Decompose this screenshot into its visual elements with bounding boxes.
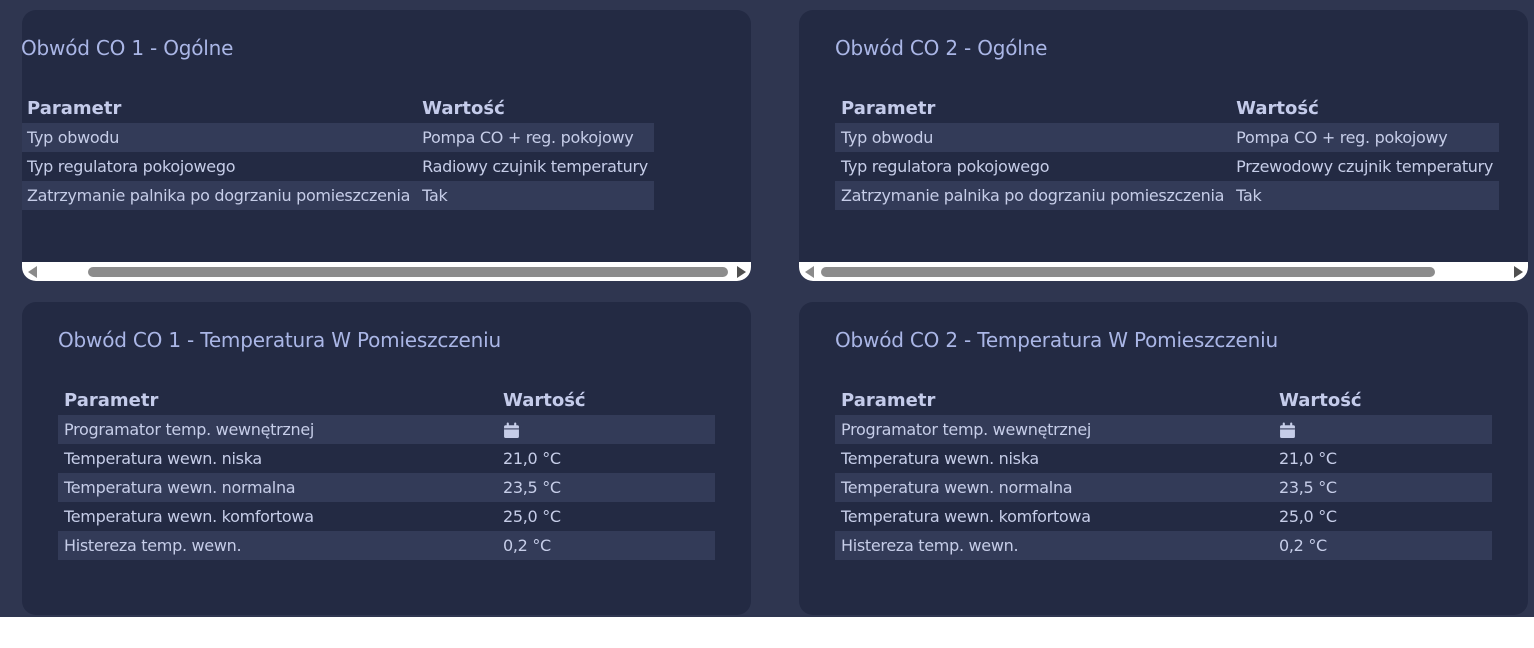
card-co2-room-temperature: Obwód CO 2 - Temperatura W Pomieszczeniu… — [799, 302, 1528, 615]
header-value: Wartość — [1236, 97, 1319, 119]
table-row: Typ regulatora pokojowego Przewodowy czu… — [835, 152, 1499, 181]
param-name: Temperatura wewn. komfortowa — [841, 507, 1091, 526]
table-row: Typ obwodu Pompa CO + reg. pokojowy — [22, 123, 654, 152]
calendar-icon[interactable] — [503, 422, 520, 439]
param-name: Typ regulatora pokojowego — [841, 157, 1050, 176]
header-param: Parametr — [27, 97, 122, 119]
table-row: Temperatura wewn. normalna 23,5 °C — [58, 473, 715, 502]
params-table: Parametr Wartość Typ obwodu Pompa CO + r… — [835, 93, 1500, 210]
param-name: Typ obwodu — [22, 123, 417, 152]
table-row: Temperatura wewn. normalna 23,5 °C — [835, 473, 1492, 502]
card-title: Obwód CO 2 - Ogólne — [835, 36, 1048, 60]
param-name: Zatrzymanie palnika po dogrzaniu pomiesz… — [22, 181, 417, 210]
scroll-left-arrow-icon[interactable] — [805, 266, 814, 278]
table-header-row: Parametr Wartość — [835, 93, 1499, 123]
header-param: Parametr — [64, 389, 159, 411]
param-value: 23,5 °C — [1273, 473, 1492, 502]
param-value: Tak — [1230, 181, 1500, 210]
param-name: Temperatura wewn. normalna — [835, 473, 1273, 502]
card-title: Obwód CO 1 - Temperatura W Pomieszczeniu — [58, 328, 501, 352]
param-name: Histereza temp. wewn. — [835, 531, 1273, 560]
param-value: Pompa CO + reg. pokojowy — [416, 123, 654, 152]
table-row: Programator temp. wewnętrznej — [58, 415, 715, 444]
table-row: Histereza temp. wewn. 0,2 °C — [835, 531, 1492, 560]
header-value: Wartość — [422, 97, 505, 119]
param-value: 21,0 °C — [503, 449, 561, 468]
param-name: Histereza temp. wewn. — [58, 531, 497, 560]
card-co1-general: Obwód CO 1 - Ogólne Parametr Wartość Typ… — [22, 10, 751, 281]
param-name: Typ regulatora pokojowego — [27, 157, 236, 176]
param-value: 25,0 °C — [1279, 507, 1337, 526]
param-name: Typ obwodu — [835, 123, 1231, 152]
header-value: Wartość — [503, 389, 586, 411]
param-value: Tak — [416, 181, 654, 210]
header-value: Wartość — [1279, 389, 1362, 411]
scrollbar-thumb[interactable] — [88, 267, 728, 277]
horizontal-scrollbar[interactable] — [22, 262, 751, 281]
table-row: Typ regulatora pokojowego Radiowy czujni… — [22, 152, 654, 181]
param-value: 0,2 °C — [497, 531, 715, 560]
horizontal-scrollbar[interactable] — [799, 262, 1528, 281]
param-name: Programator temp. wewnętrznej — [58, 415, 497, 444]
param-value: 21,0 °C — [1279, 449, 1337, 468]
card-title: Obwód CO 2 - Temperatura W Pomieszczeniu — [835, 328, 1278, 352]
table-row: Zatrzymanie palnika po dogrzaniu pomiesz… — [22, 181, 654, 210]
param-name: Temperatura wewn. niska — [64, 449, 262, 468]
table-row: Histereza temp. wewn. 0,2 °C — [58, 531, 715, 560]
param-value: 23,5 °C — [497, 473, 715, 502]
param-value — [1273, 415, 1492, 444]
param-name: Temperatura wewn. niska — [841, 449, 1039, 468]
param-name: Zatrzymanie palnika po dogrzaniu pomiesz… — [835, 181, 1231, 210]
table-header-row: Parametr Wartość — [22, 93, 654, 123]
scroll-left-arrow-icon[interactable] — [28, 266, 37, 278]
param-name: Temperatura wewn. normalna — [58, 473, 497, 502]
scrollbar-thumb[interactable] — [821, 267, 1435, 277]
param-value: 0,2 °C — [1273, 531, 1492, 560]
table-row: Temperatura wewn. niska 21,0 °C — [835, 444, 1492, 473]
table-row: Zatrzymanie palnika po dogrzaniu pomiesz… — [835, 181, 1500, 210]
params-table: Parametr Wartość Programator temp. wewnę… — [58, 385, 715, 560]
calendar-icon[interactable] — [1279, 422, 1296, 439]
table-row: Typ obwodu Pompa CO + reg. pokojowy — [835, 123, 1500, 152]
param-name: Programator temp. wewnętrznej — [835, 415, 1273, 444]
scroll-right-arrow-icon[interactable] — [737, 266, 746, 278]
table-header-row: Parametr Wartość — [58, 385, 715, 415]
param-value: Pompa CO + reg. pokojowy — [1230, 123, 1500, 152]
card-co2-general-scroll-area[interactable]: Obwód CO 2 - Ogólne Parametr Wartość Typ… — [799, 10, 1528, 281]
card-co1-room-temperature: Obwód CO 1 - Temperatura W Pomieszczeniu… — [22, 302, 751, 615]
params-table: Parametr Wartość Typ obwodu Pompa CO + r… — [22, 93, 654, 210]
param-name: Temperatura wewn. komfortowa — [64, 507, 314, 526]
params-table: Parametr Wartość Programator temp. wewnę… — [835, 385, 1492, 560]
table-header-row: Parametr Wartość — [835, 385, 1492, 415]
table-row: Temperatura wewn. komfortowa 25,0 °C — [835, 502, 1492, 531]
scroll-right-arrow-icon[interactable] — [1514, 266, 1523, 278]
header-param: Parametr — [841, 97, 936, 119]
table-row: Temperatura wewn. niska 21,0 °C — [58, 444, 715, 473]
table-row: Temperatura wewn. komfortowa 25,0 °C — [58, 502, 715, 531]
param-value: 25,0 °C — [503, 507, 561, 526]
param-value: Radiowy czujnik temperatury — [422, 157, 648, 176]
param-value: Przewodowy czujnik temperatury — [1236, 157, 1494, 176]
param-value — [497, 415, 715, 444]
card-title: Obwód CO 1 - Ogólne — [22, 36, 234, 60]
table-row: Programator temp. wewnętrznej — [835, 415, 1492, 444]
card-co2-general: Obwód CO 2 - Ogólne Parametr Wartość Typ… — [799, 10, 1528, 281]
header-param: Parametr — [841, 389, 936, 411]
card-co1-general-scroll-area[interactable]: Obwód CO 1 - Ogólne Parametr Wartość Typ… — [22, 10, 751, 281]
